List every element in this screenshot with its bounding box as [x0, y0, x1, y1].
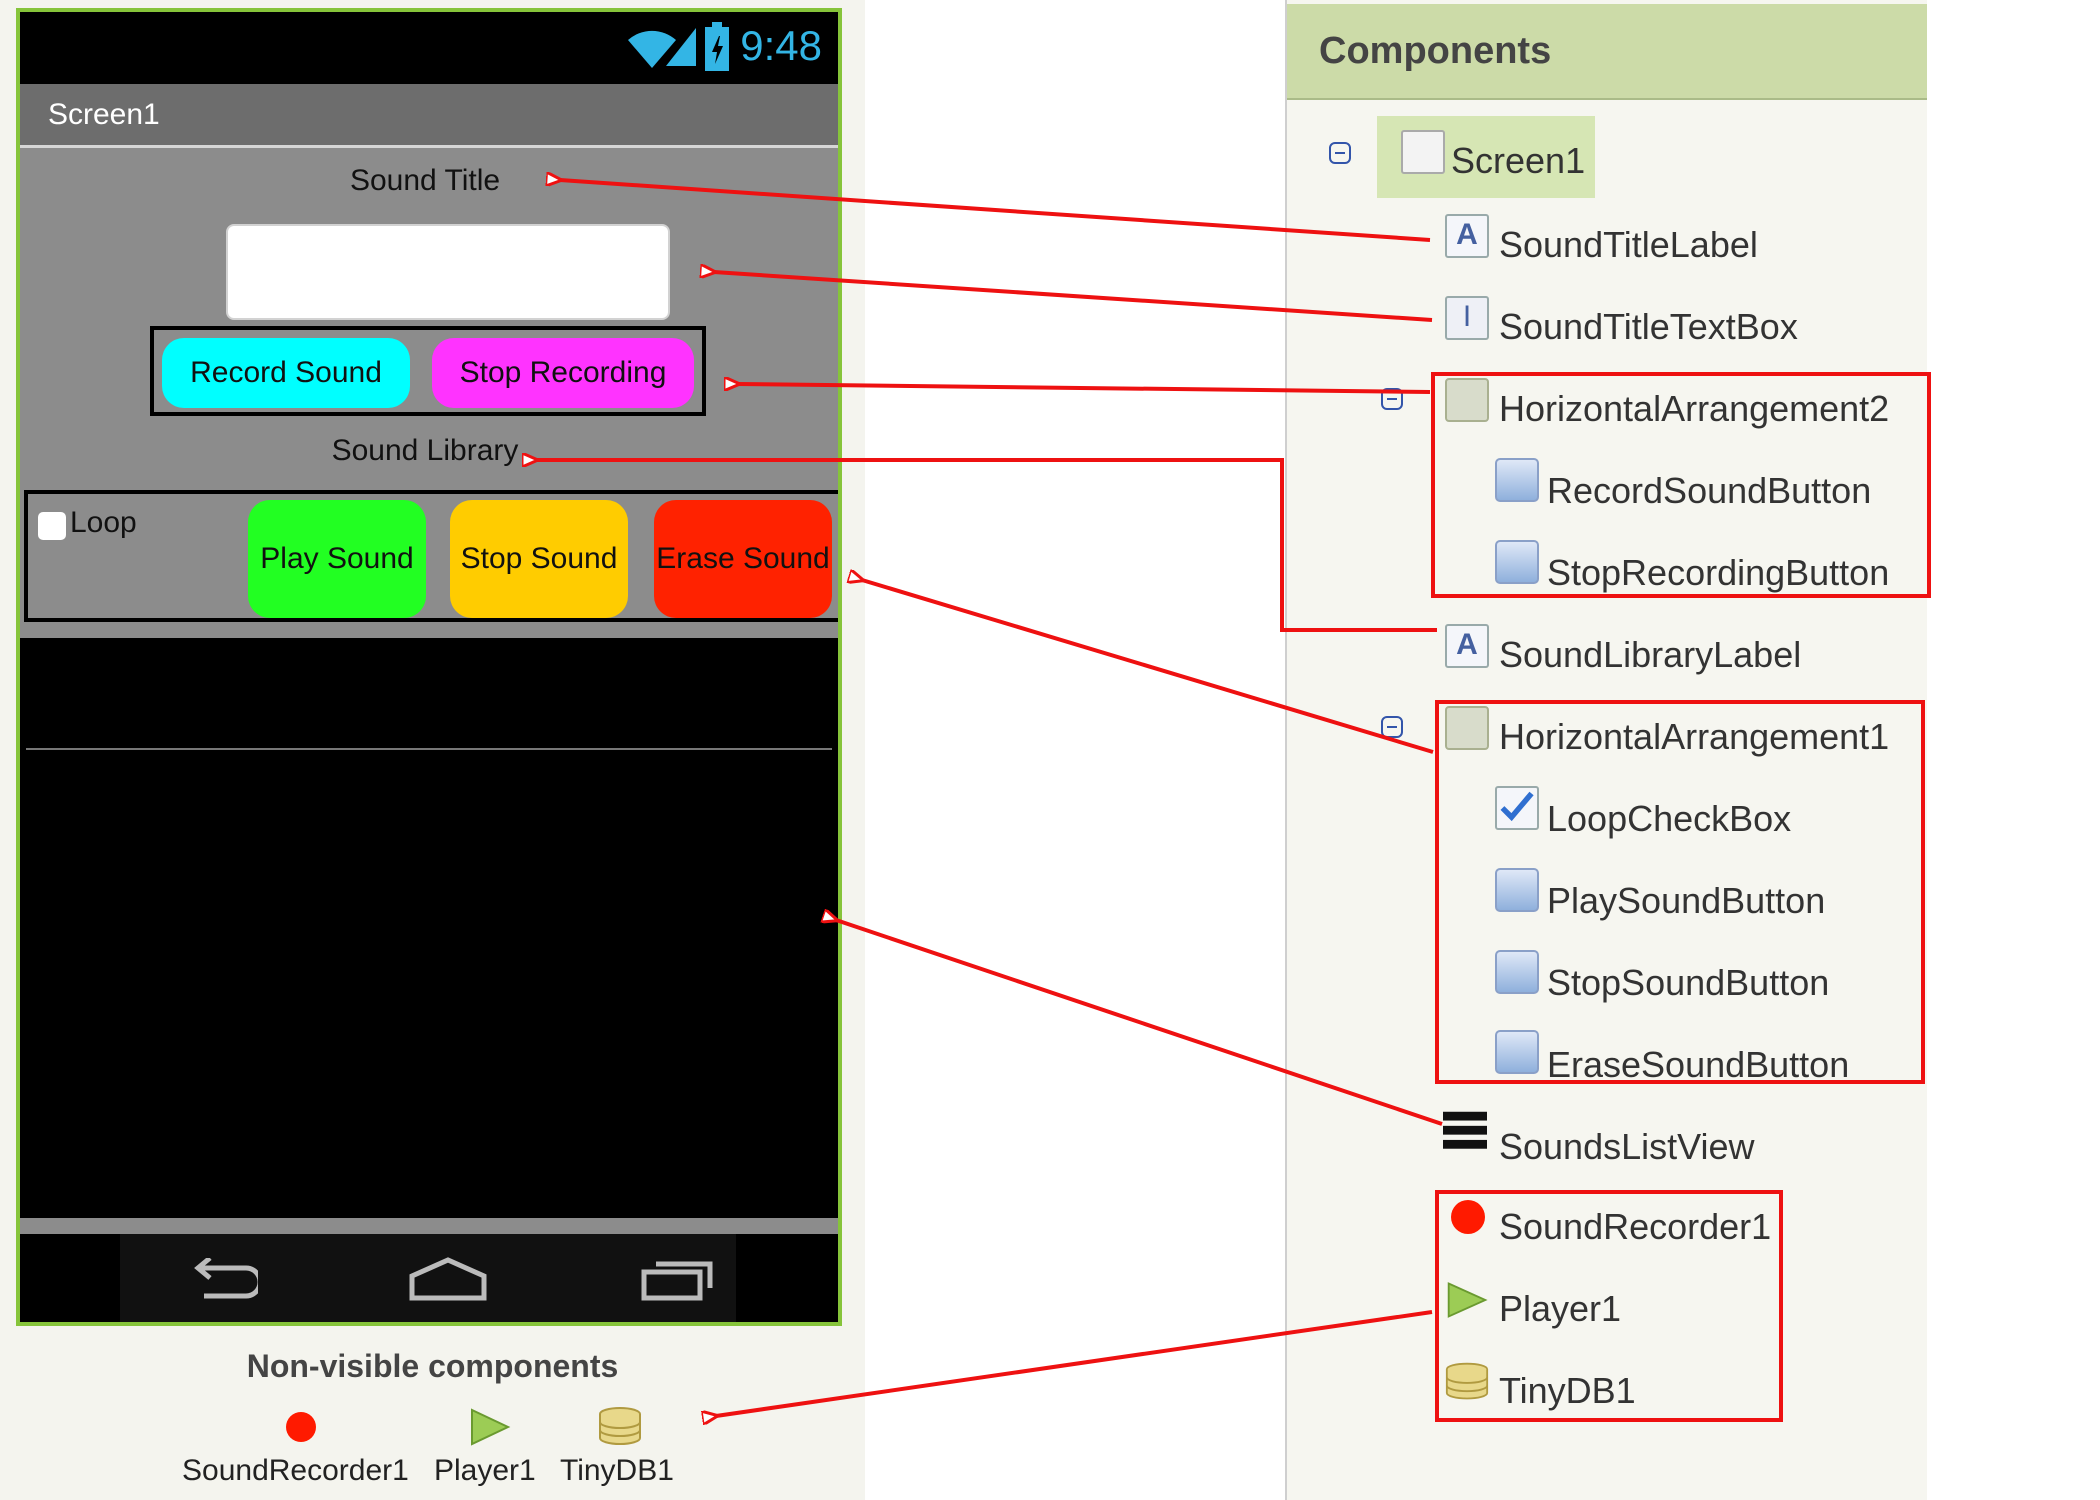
screen-title: Screen1	[48, 98, 160, 131]
home-icon[interactable]	[408, 1256, 488, 1302]
status-bar: 9:48	[20, 12, 838, 84]
navigation-bar-inner	[120, 1234, 736, 1322]
textbox-icon: I	[1445, 296, 1489, 340]
tree-label-screen1: Screen1	[1451, 140, 1586, 181]
list-divider	[26, 748, 832, 750]
highlight-nonvisible-group	[1435, 1190, 1783, 1422]
stop-sound-button[interactable]: Stop Sound	[450, 500, 628, 618]
horizontal-arrangement-1: Loop Play Sound Stop Sound Erase Sound	[24, 490, 838, 622]
sounds-list-view[interactable]	[20, 638, 838, 1218]
components-header: Components	[1287, 4, 1927, 100]
tree-label-soundslistview[interactable]: SoundsListView	[1499, 1126, 1755, 1168]
collapse-screen1-icon[interactable]	[1329, 142, 1351, 164]
horizontal-arrangement-2: Record Sound Stop Recording	[150, 326, 706, 416]
battery-icon	[705, 22, 729, 71]
status-time: 9:48	[740, 22, 822, 69]
highlight-ha1-group	[1435, 700, 1925, 1084]
tree-label-soundlibrarylabel[interactable]: SoundLibraryLabel	[1499, 634, 1801, 676]
sound-title-textbox[interactable]	[226, 224, 670, 320]
stop-recording-button[interactable]: Stop Recording	[432, 338, 694, 408]
screen-icon	[1401, 130, 1445, 174]
nonvisible-soundrecorder: SoundRecorder1	[182, 1454, 409, 1487]
collapse-ha1-icon[interactable]	[1381, 716, 1403, 738]
screen-title-bar: Screen1	[20, 84, 838, 148]
loop-checkbox-label: Loop	[70, 506, 137, 539]
tree-label-soundtitlelabel[interactable]: SoundTitleLabel	[1499, 224, 1758, 266]
nonvisible-heading: Non-visible components	[246, 1348, 619, 1384]
label-icon: A	[1445, 214, 1489, 258]
recent-apps-icon[interactable]	[640, 1256, 714, 1302]
erase-sound-button[interactable]: Erase Sound	[654, 500, 832, 618]
components-panel: Components Screen1 A SoundTitleLabel I S…	[1285, 0, 1931, 1500]
highlight-ha2-group	[1431, 372, 1931, 598]
record-sound-button[interactable]: Record Sound	[162, 338, 410, 408]
sound-library-label: Sound Library	[331, 434, 519, 467]
navigation-bar	[20, 1230, 838, 1322]
nonvisible-tinydb: TinyDB1	[560, 1454, 674, 1487]
play-sound-button[interactable]: Play Sound	[248, 500, 426, 618]
back-icon[interactable]	[188, 1258, 258, 1302]
loop-checkbox[interactable]	[38, 512, 66, 540]
signal-icon	[666, 28, 696, 66]
tree-label-soundtitletextbox[interactable]: SoundTitleTextBox	[1499, 306, 1798, 348]
nonvisible-player: Player1	[434, 1454, 536, 1487]
play-triangle-icon	[471, 1408, 511, 1446]
red-dot-icon	[286, 1412, 316, 1442]
phone-preview: 9:48 Screen1 Sound Title Record Sound St…	[16, 8, 842, 1326]
sound-title-label: Sound Title	[349, 164, 501, 197]
database-icon	[599, 1407, 641, 1445]
collapse-ha2-icon[interactable]	[1381, 388, 1403, 410]
components-title: Components	[1319, 30, 1552, 72]
label-icon: A	[1445, 624, 1489, 668]
listview-icon	[1443, 1111, 1487, 1149]
